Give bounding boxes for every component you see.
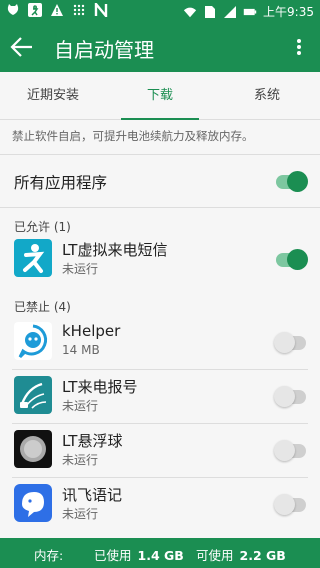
blocked-section-header: 已禁止 (4) <box>14 300 71 314</box>
page-title: 自启动管理 <box>54 38 154 62</box>
app-name: LT来电报号 <box>62 378 138 396</box>
app-name: kHelper <box>62 322 121 340</box>
app-status: 未运行 <box>62 262 99 276</box>
memory-label: 内存: <box>34 548 64 563</box>
app-name: 讯飞语记 <box>62 486 123 504</box>
xunfei-notes-icon <box>14 484 52 522</box>
list-item[interactable]: LT来电报号 未运行 <box>0 370 320 424</box>
app-toggle[interactable] <box>274 494 306 515</box>
app-name: LT虚拟来电短信 <box>62 241 168 259</box>
cat-icon <box>7 4 19 15</box>
memory-free: 可使用 2.2 GB <box>196 548 286 563</box>
app-toggle[interactable] <box>276 249 308 270</box>
runner-icon <box>28 3 42 17</box>
runner-app-icon <box>14 239 52 277</box>
list-item[interactable]: LT虚拟来电短信 未运行 <box>0 233 320 287</box>
memory-bar: 内存: 已使用 1.4 GB 可使用 2.2 GB <box>0 538 320 568</box>
app-status: 未运行 <box>62 399 99 413</box>
arrow-left-icon[interactable] <box>10 36 34 58</box>
tab-bar: 近期安装 下载 系统 <box>0 72 320 120</box>
all-apps-toggle[interactable] <box>276 171 308 192</box>
all-apps-row[interactable]: 所有应用程序 <box>0 154 320 208</box>
khelper-icon <box>14 322 52 360</box>
tab-recent-installs[interactable]: 近期安装 <box>0 72 106 120</box>
signal-icon <box>224 5 237 18</box>
app-toggle[interactable] <box>274 440 306 461</box>
info-text: 禁止软件自启，可提升电池续航力及释放内存。 <box>12 129 254 143</box>
status-time: 上午9:35 <box>263 5 314 19</box>
list-item[interactable]: 讯飞语记 未运行 <box>0 478 320 532</box>
battery-icon <box>243 8 257 15</box>
app-status: 未运行 <box>62 453 99 467</box>
sim-icon <box>205 5 216 18</box>
tab-system[interactable]: 系统 <box>214 72 320 120</box>
app-status: 未运行 <box>62 507 99 521</box>
wifi-icon <box>183 7 197 17</box>
n-logo-icon <box>94 3 108 17</box>
app-status: 14 MB <box>62 343 100 357</box>
tab-downloads[interactable]: 下载 <box>107 72 213 120</box>
app-bar: 自启动管理 <box>0 22 320 72</box>
list-item[interactable]: LT悬浮球 未运行 <box>0 424 320 478</box>
lt-caller-announce-icon <box>14 376 52 414</box>
lt-float-ball-icon <box>14 430 52 468</box>
status-bar: 上午9:35 <box>0 0 320 22</box>
app-name: LT悬浮球 <box>62 432 123 450</box>
app-toggle[interactable] <box>274 332 306 353</box>
memory-used: 已使用 1.4 GB <box>94 548 184 563</box>
status-left-icons <box>6 3 108 17</box>
status-right-icons: 上午9:35 <box>183 3 314 20</box>
dotted-icon <box>73 4 85 16</box>
app-toggle[interactable] <box>274 386 306 407</box>
warning-icon <box>51 4 63 16</box>
more-vertical-icon[interactable] <box>296 39 302 55</box>
list-item[interactable]: kHelper 14 MB <box>0 316 320 370</box>
all-apps-label: 所有应用程序 <box>14 174 108 192</box>
